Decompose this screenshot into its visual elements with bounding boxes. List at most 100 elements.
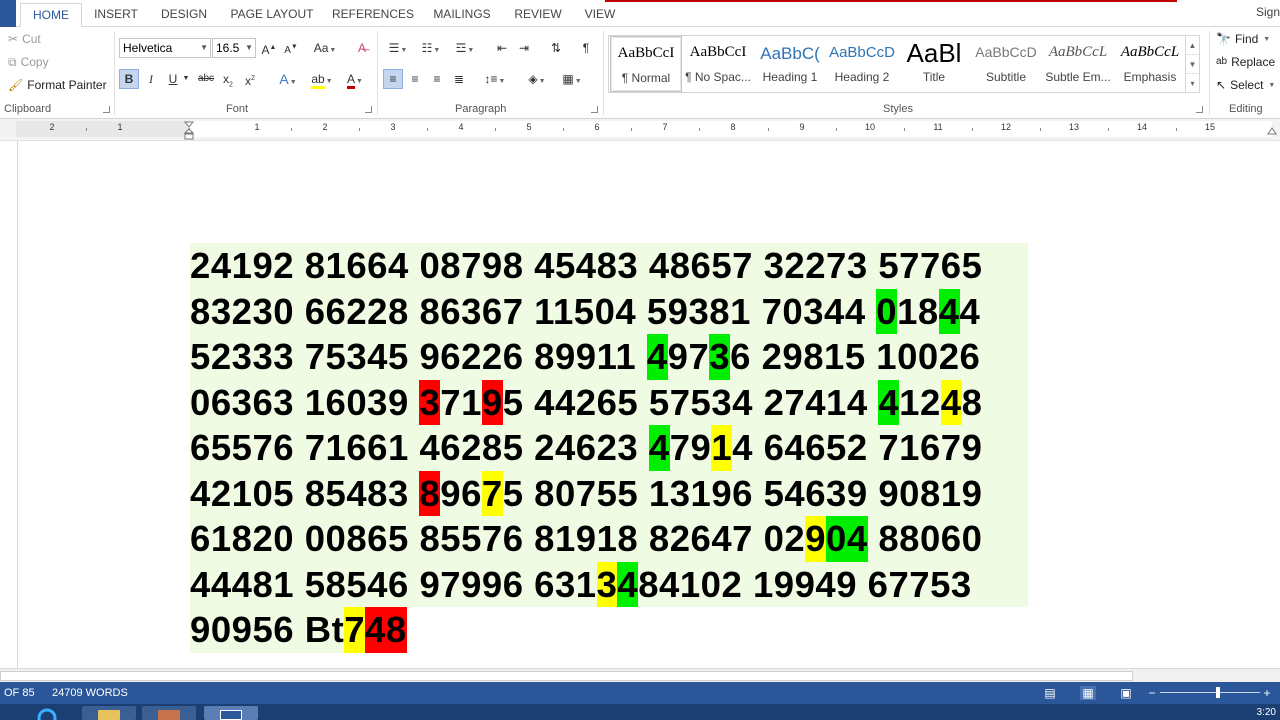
shading-button[interactable]: ◈▼ [522, 69, 552, 89]
ruler-label: 6 [594, 122, 600, 132]
line-spacing-button[interactable]: ↕≡▼ [480, 69, 510, 89]
font-size-combo[interactable]: 16.5 ▼ [212, 38, 256, 58]
tab-design[interactable]: DESIGN [155, 3, 213, 27]
bullets-button[interactable]: ☰▼ [383, 38, 413, 58]
scrollbar-thumb[interactable] [0, 671, 1133, 681]
bold-button[interactable]: B [119, 69, 139, 89]
change-case-button[interactable]: Aa▼ [310, 38, 340, 58]
horizontal-ruler[interactable]: 2 1 1 2 3 4 5 6 7 8 9 10 11 12 13 14 15 [0, 119, 1280, 141]
increase-indent-button[interactable]: ⇥ [514, 38, 534, 58]
gallery-up-icon[interactable]: ▲ [1186, 36, 1199, 55]
clear-formatting-button[interactable]: A̶ [352, 38, 372, 58]
subscript-button[interactable]: x2 [218, 69, 238, 89]
text-line[interactable]: 06363 16039 37195 44265 57534 27414 4124… [190, 379, 1028, 425]
font-launcher-icon[interactable] [365, 106, 372, 113]
ribbon-tab-row: HOME INSERT DESIGN PAGE LAYOUT REFERENCE… [0, 0, 1280, 27]
highlight-color-button[interactable]: ab▼ [306, 69, 338, 89]
find-button[interactable]: 🔭 Find ▼ [1216, 32, 1270, 46]
cut-button[interactable]: ✂ Cut [8, 32, 41, 46]
tab-home[interactable]: HOME [20, 3, 82, 27]
zoom-slider-thumb[interactable] [1216, 687, 1220, 698]
multilevel-list-button[interactable]: ☲▼ [450, 38, 480, 58]
text-line[interactable]: 42105 85483 89675 80755 13196 54639 9081… [190, 470, 1028, 516]
font-family-combo[interactable]: Helvetica ▼ [119, 38, 211, 58]
style-no-spacing[interactable]: AaBbCcI ¶ No Spac... [682, 36, 754, 92]
zoom-in-icon[interactable]: + [1261, 686, 1273, 700]
show-formatting-button[interactable]: ¶ [576, 38, 596, 58]
web-layout-icon[interactable]: ▣ [1118, 686, 1134, 700]
number-groups-text[interactable]: 24192 81664 08798 45483 48657 32273 5776… [190, 243, 1028, 653]
text-line[interactable]: 65576 71661 46285 24623 47914 64652 7167… [190, 425, 1028, 471]
text-line[interactable]: 83230 66228 86367 11504 59381 70344 0184… [190, 288, 1028, 334]
text-line[interactable]: 61820 00865 85576 81918 82647 02904 8806… [190, 516, 1028, 562]
gallery-down-icon[interactable]: ▼ [1186, 55, 1199, 74]
superscript-button[interactable]: x2 [240, 69, 260, 89]
style-heading-1[interactable]: AaBbC( Heading 1 [754, 36, 826, 92]
tab-review[interactable]: REVIEW [510, 3, 566, 27]
align-left-button[interactable]: ≡ [383, 69, 403, 89]
highlighted-digit: 4 [648, 425, 670, 471]
file-explorer-task[interactable] [82, 706, 136, 720]
document-area[interactable]: 24192 81664 08798 45483 48657 32273 5776… [0, 141, 1280, 668]
tab-page-layout[interactable]: PAGE LAYOUT [226, 3, 318, 27]
tab-view[interactable]: VIEW [578, 3, 622, 27]
clipboard-launcher-icon[interactable] [103, 106, 110, 113]
borders-button[interactable]: ▦▼ [557, 69, 587, 89]
style-normal[interactable]: AaBbCcI ¶ Normal [610, 36, 682, 92]
text-effects-button[interactable]: A▼ [274, 69, 302, 89]
italic-button[interactable]: I [141, 69, 161, 89]
format-painter-button[interactable]: 🖌 Format Painter [8, 78, 107, 92]
internet-explorer-icon[interactable] [30, 706, 64, 720]
justify-button[interactable]: ≣ [449, 69, 469, 89]
indent-icon: ⇥ [518, 41, 530, 55]
text-line[interactable]: 52333 75345 96226 89911 49736 29815 1002… [190, 334, 1028, 380]
gallery-more-icon[interactable]: ▾ [1186, 74, 1199, 93]
chevron-down-icon: ▼ [1268, 81, 1276, 89]
copy-button[interactable]: ⧉ Copy [8, 55, 49, 69]
select-button[interactable]: ↖ Select ▼ [1216, 78, 1275, 92]
horizontal-scrollbar[interactable] [0, 668, 1280, 682]
style-heading-2[interactable]: AaBbCcD Heading 2 [826, 36, 898, 92]
style-subtitle[interactable]: AaBbCcD Subtitle [970, 36, 1042, 92]
tab-references[interactable]: REFERENCES [330, 3, 416, 27]
ruler-label: 13 [1068, 122, 1079, 132]
ruler-label: 8 [730, 122, 736, 132]
sort-button[interactable]: ⇅ [546, 38, 566, 58]
style-title[interactable]: AaBl Title [898, 36, 970, 92]
file-tab[interactable] [0, 0, 16, 27]
decrease-indent-button[interactable]: ⇤ [492, 38, 512, 58]
paragraph-launcher-icon[interactable] [591, 106, 598, 113]
highlighted-digit: 0 [876, 288, 898, 334]
word-task[interactable] [204, 706, 258, 720]
shrink-font-button[interactable]: A▼ [281, 38, 301, 58]
text-line[interactable]: 24192 81664 08798 45483 48657 32273 5776… [190, 243, 1028, 289]
tab-insert[interactable]: INSERT [88, 3, 144, 27]
grow-font-button[interactable]: A▲ [259, 38, 279, 58]
text-line[interactable]: 90956 Bt748 [190, 607, 407, 653]
clock[interactable]: 3:20 [1257, 707, 1276, 718]
right-indent-marker-icon[interactable] [1267, 125, 1277, 135]
underline-dropdown[interactable]: ▼ [176, 69, 196, 89]
sign-in-link[interactable]: Sign [1256, 5, 1280, 19]
grow-font-icon: A▲ [261, 43, 277, 57]
styles-launcher-icon[interactable] [1196, 106, 1203, 113]
font-color-button[interactable]: A▼ [340, 69, 370, 89]
strikethrough-button[interactable]: abc [196, 69, 216, 89]
word-count-status[interactable]: 24709 WORDS [52, 687, 128, 699]
text-line[interactable]: 44481 58546 97996 63134 84102 19949 6775… [190, 561, 1028, 607]
numbering-button[interactable]: ☷▼ [416, 38, 446, 58]
page-count-status[interactable]: OF 85 [4, 687, 35, 699]
ruler-label: 15 [1204, 122, 1215, 132]
print-layout-icon[interactable]: ▦ [1080, 686, 1096, 700]
replace-button[interactable]: ab Replace [1216, 55, 1275, 69]
zoom-out-icon[interactable]: − [1146, 686, 1158, 700]
align-right-button[interactable]: ≡ [427, 69, 447, 89]
style-emphasis[interactable]: AaBbCcL Emphasis [1114, 36, 1186, 92]
tab-mailings[interactable]: MAILINGS [428, 3, 496, 27]
style-subtle-emphasis[interactable]: AaBbCcL Subtle Em... [1042, 36, 1114, 92]
application-task[interactable] [142, 706, 196, 720]
read-mode-icon[interactable]: ▤ [1042, 686, 1058, 700]
align-center-button[interactable]: ≡ [405, 69, 425, 89]
zoom-slider-track[interactable] [1160, 692, 1260, 693]
indent-marker-icon[interactable] [184, 120, 194, 140]
